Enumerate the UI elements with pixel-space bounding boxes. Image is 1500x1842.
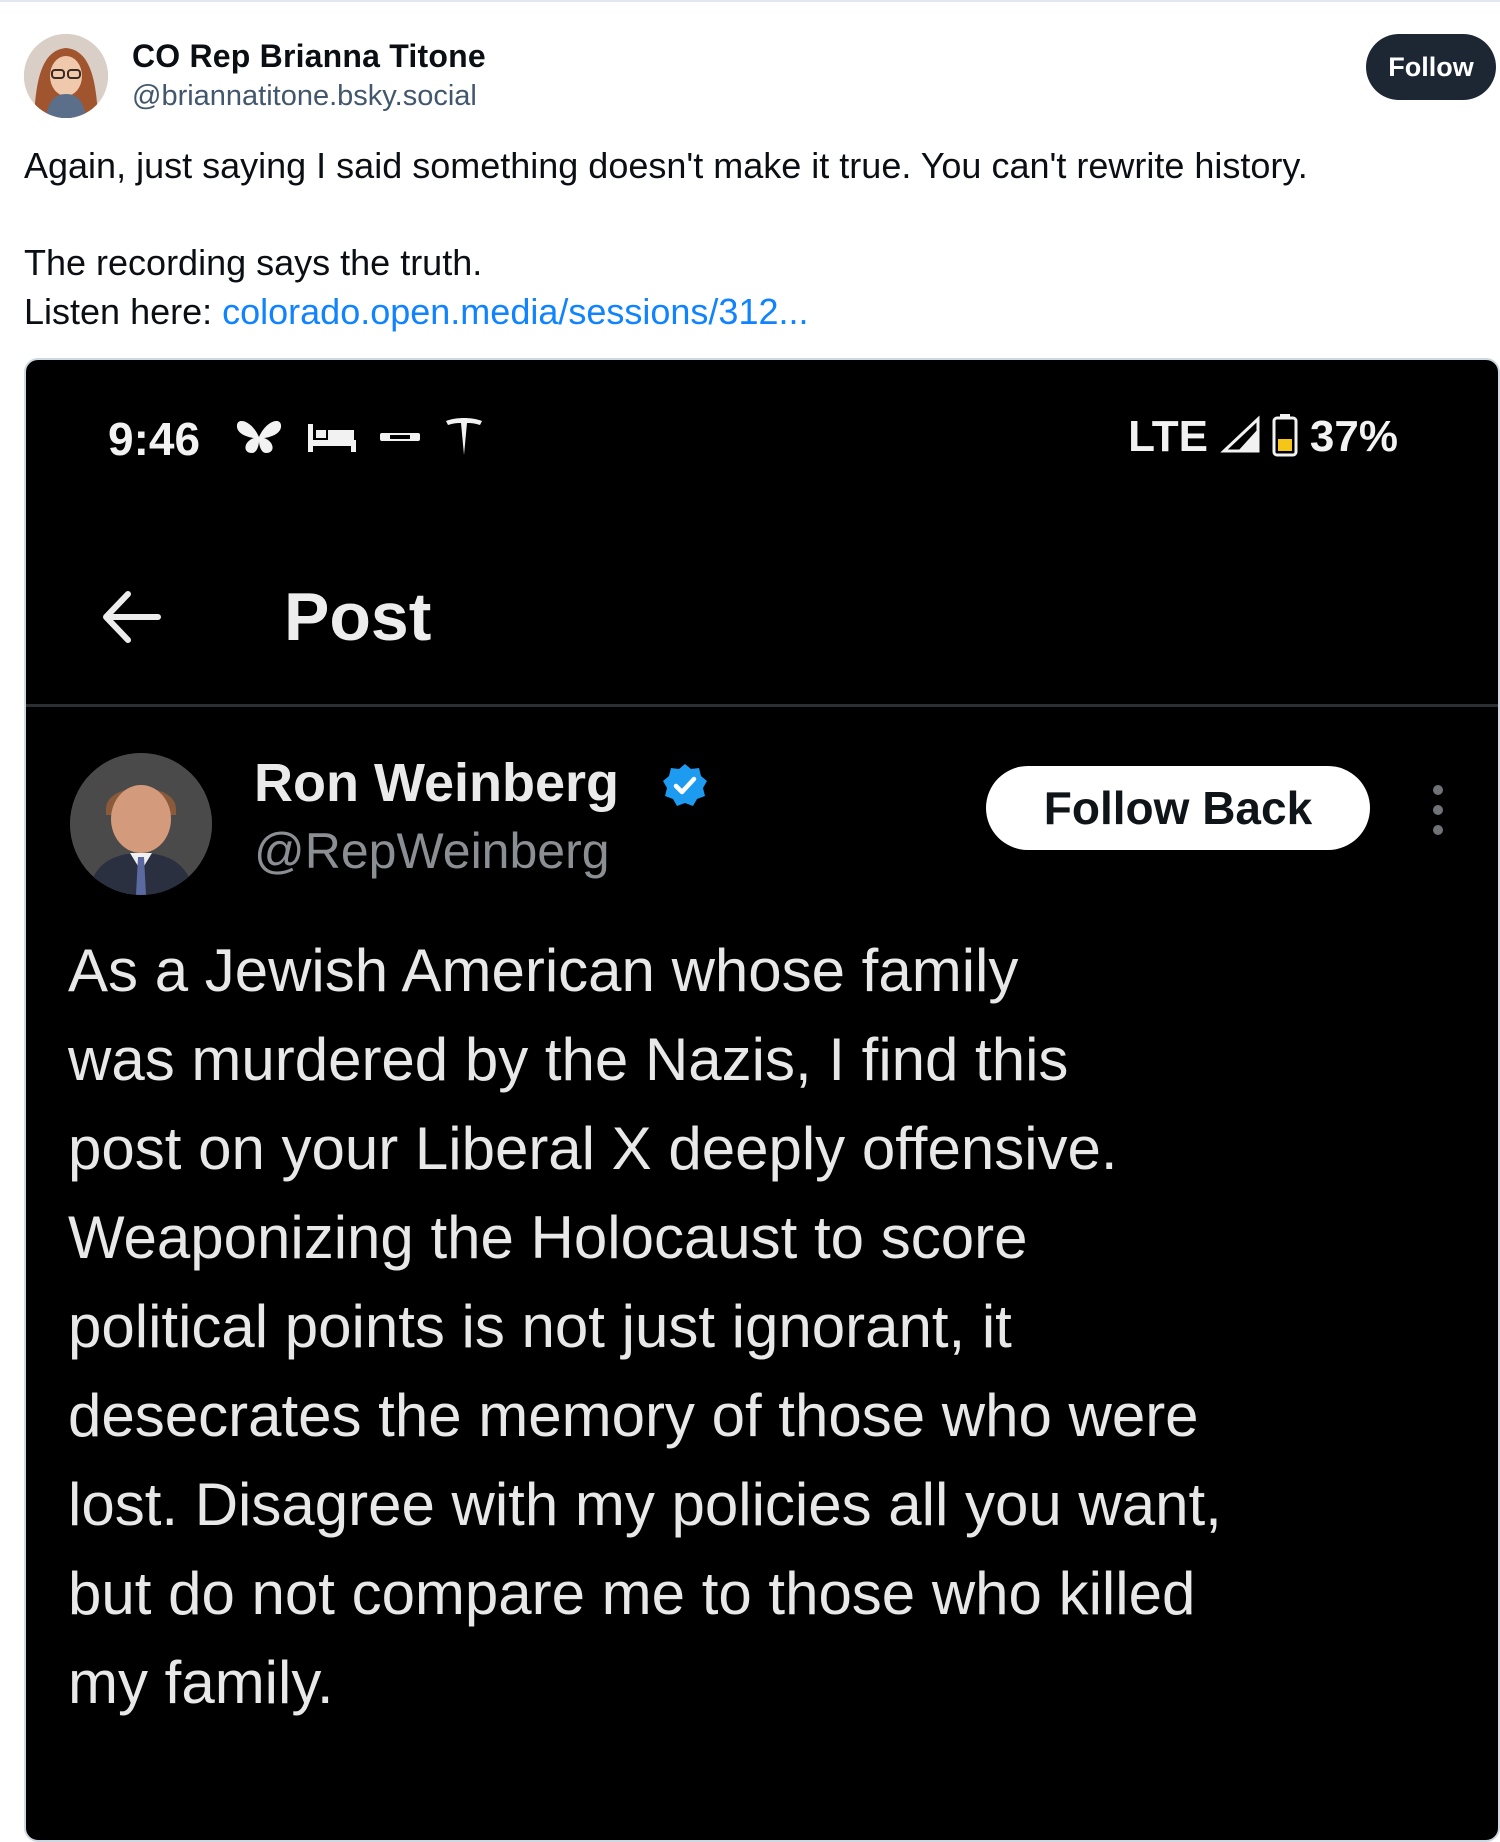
tweet-text-line: As a Jewish American whose family bbox=[68, 937, 1019, 1004]
status-icons bbox=[234, 414, 486, 464]
more-options-icon[interactable] bbox=[1426, 782, 1450, 838]
lanex-icon bbox=[380, 427, 420, 452]
header-divider bbox=[26, 704, 1498, 707]
screen-title: Post bbox=[284, 579, 432, 655]
author-name[interactable]: CO Rep Brianna Titone bbox=[132, 38, 486, 75]
verified-badge-icon bbox=[661, 762, 709, 810]
tweet-text-line: but do not compare me to those who kille… bbox=[68, 1560, 1196, 1627]
tweet-text-line: political points is not just ignorant, i… bbox=[68, 1293, 1012, 1360]
status-right: LTE 37% bbox=[1128, 412, 1398, 462]
battery-icon bbox=[1272, 413, 1298, 462]
tweet-text-line: post on your Liberal X deeply offensive. bbox=[68, 1115, 1118, 1182]
network-type: LTE bbox=[1128, 412, 1208, 461]
status-time: 9:46 bbox=[108, 413, 201, 465]
tweet-text-line: desecrates the memory of those who were bbox=[68, 1382, 1199, 1449]
post-text-line: The recording says the truth. bbox=[24, 242, 483, 283]
post-text-line: Listen here: colorado.open.media/session… bbox=[24, 291, 809, 333]
embedded-screenshot[interactable]: 9:46 LTE 37% Post Ron Weinberg @RepWeinb… bbox=[24, 358, 1500, 1842]
author-handle[interactable]: @briannatitone.bsky.social bbox=[132, 80, 477, 113]
post-text-line: Again, just saying I said something does… bbox=[24, 145, 1308, 186]
tweet-text-line: was murdered by the Nazis, I find this bbox=[68, 1026, 1069, 1093]
post-text-prefix: Listen here: bbox=[24, 291, 223, 332]
tweet-author-name[interactable]: Ron Weinberg bbox=[254, 752, 619, 814]
tweet-text-line: Weaponizing the Holocaust to score bbox=[68, 1204, 1028, 1271]
tweet-text-line: lost. Disagree with my policies all you … bbox=[68, 1471, 1222, 1538]
tweet-text: As a Jewish American whose family was mu… bbox=[68, 926, 1468, 1727]
tesla-icon bbox=[442, 415, 486, 464]
bed-icon bbox=[306, 420, 358, 459]
tweet-avatar[interactable] bbox=[70, 753, 212, 895]
follow-button[interactable]: Follow bbox=[1366, 34, 1496, 100]
battery-percent: 37% bbox=[1309, 412, 1398, 461]
butterfly-icon bbox=[234, 417, 284, 462]
author-avatar[interactable] bbox=[24, 34, 108, 118]
post-link[interactable]: colorado.open.media/sessions/312... bbox=[222, 291, 808, 332]
top-divider bbox=[0, 0, 1500, 2]
back-arrow-icon[interactable] bbox=[96, 582, 166, 652]
tweet-text-line: my family. bbox=[68, 1649, 334, 1716]
signal-icon bbox=[1220, 415, 1260, 460]
tweet-author-handle[interactable]: @RepWeinberg bbox=[254, 822, 610, 880]
follow-back-button[interactable]: Follow Back bbox=[986, 766, 1370, 850]
